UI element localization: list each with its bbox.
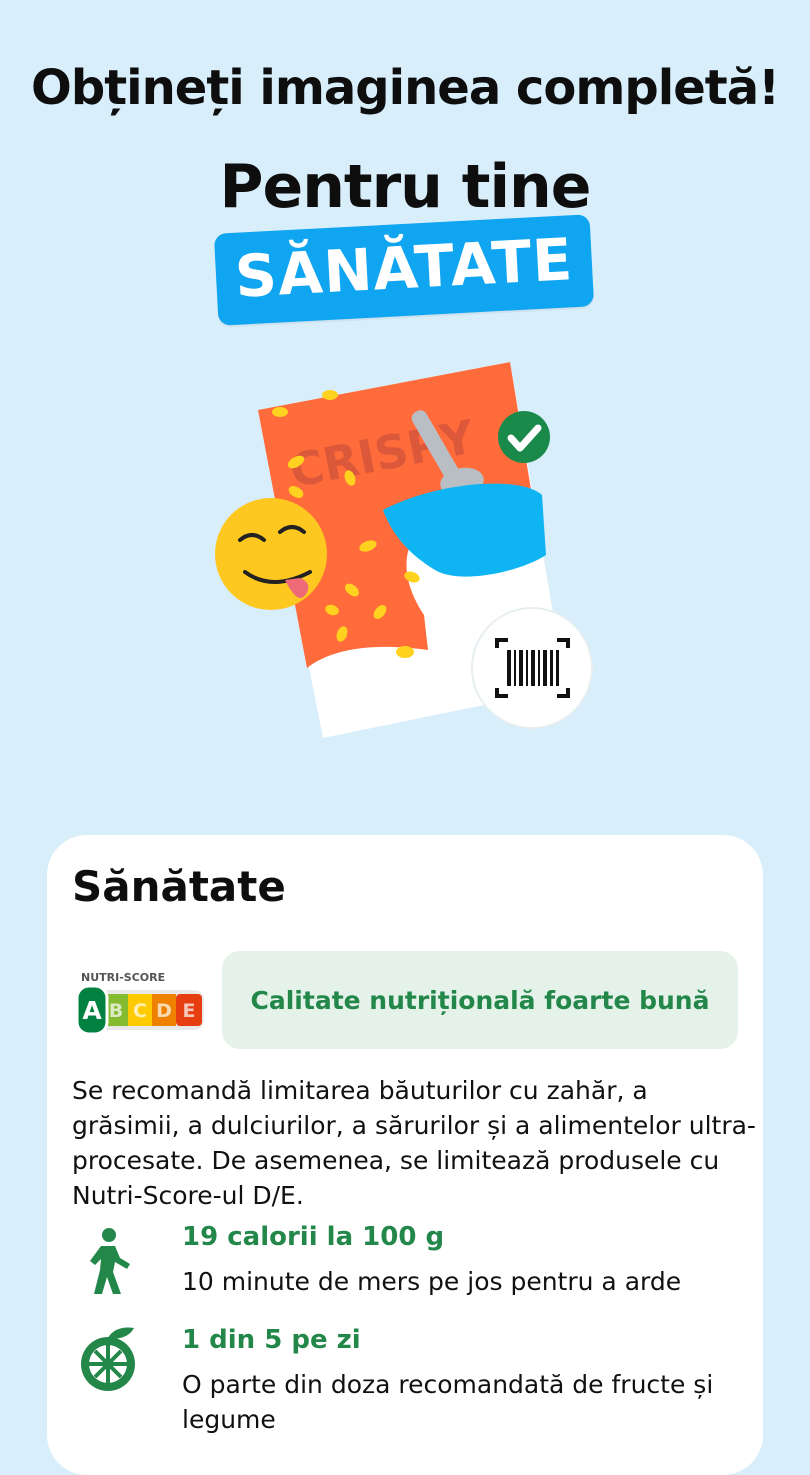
nutri-score-label: NUTRI-SCORE	[81, 971, 165, 984]
barcode-icon	[471, 607, 593, 729]
nutri-grade-e: E	[183, 1000, 196, 1022]
fruit-fact-title: 1 din 5 pe zi	[182, 1325, 361, 1355]
fruit-fact-text: O parte din doza recomandată de fructe ș…	[182, 1370, 714, 1434]
nutri-score-badge: NUTRI-SCORE A B C D E	[75, 971, 204, 1036]
calories-fact-title: 19 calorii la 100 g	[182, 1222, 445, 1252]
health-advice-text: Se recomandă limitarea băuturilor cu zah…	[72, 1076, 756, 1210]
nutri-grade-a: A	[82, 996, 102, 1025]
subheadline: Pentru tine	[219, 152, 592, 222]
health-title: Sănătate	[72, 862, 286, 911]
nutrition-quality-box: Calitate nutrițională foarte bună	[222, 951, 738, 1049]
fruit-icon	[81, 1327, 135, 1391]
nutri-grade-c: C	[133, 1000, 147, 1022]
calories-fact-text: 10 minute de mers pe jos pentru a arde	[182, 1267, 682, 1296]
nutri-grade-d: D	[156, 1000, 172, 1022]
nutrition-quality-text: Calitate nutrițională foarte bună	[250, 985, 710, 1015]
walking-person-icon	[90, 1228, 130, 1294]
smiley-tongue-icon	[215, 498, 327, 610]
headline: Obțineți imaginea completă!	[31, 60, 780, 116]
product-illustration: CRISPY	[215, 362, 593, 738]
nutri-grade-b: B	[109, 1000, 123, 1022]
checkmark-icon	[498, 411, 550, 463]
health-banner-text: SĂNĂTATE	[233, 225, 575, 311]
